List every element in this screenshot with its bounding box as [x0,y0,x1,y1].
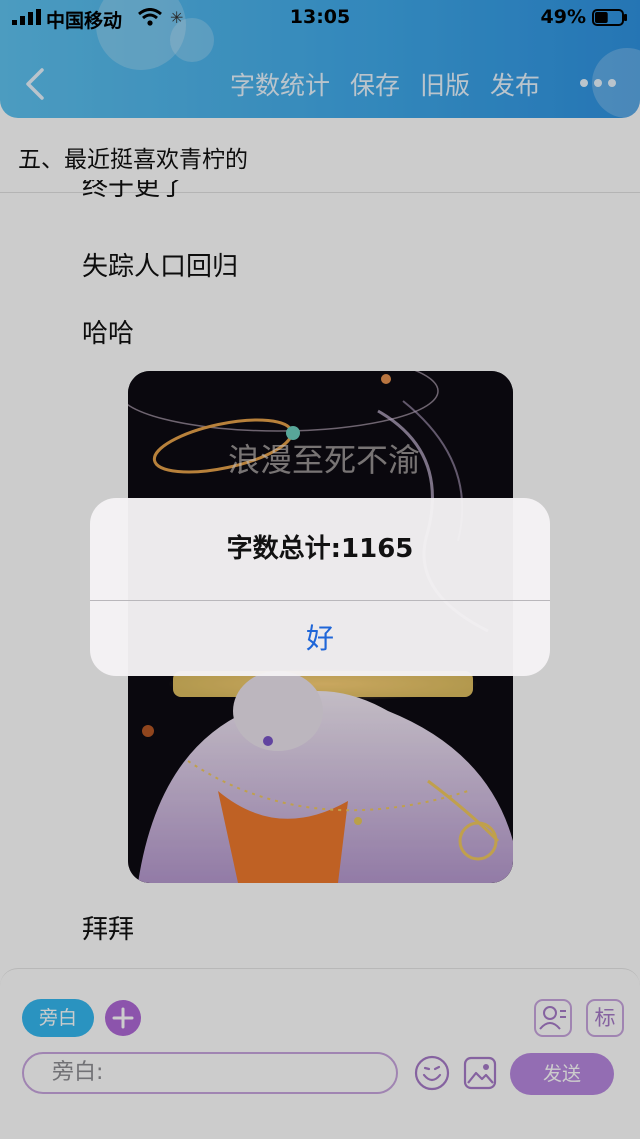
alert-ok-button[interactable]: 好 [90,601,550,676]
alert-message: 字数总计:1165 [226,534,414,564]
editor-screen: 中国移动 ✳ 13:05 49% 字数统计 保存 旧版 发布 五、最近挺喜欢青柠… [0,0,640,1139]
word-count-alert: 字数总计:1165 好 [90,498,550,676]
